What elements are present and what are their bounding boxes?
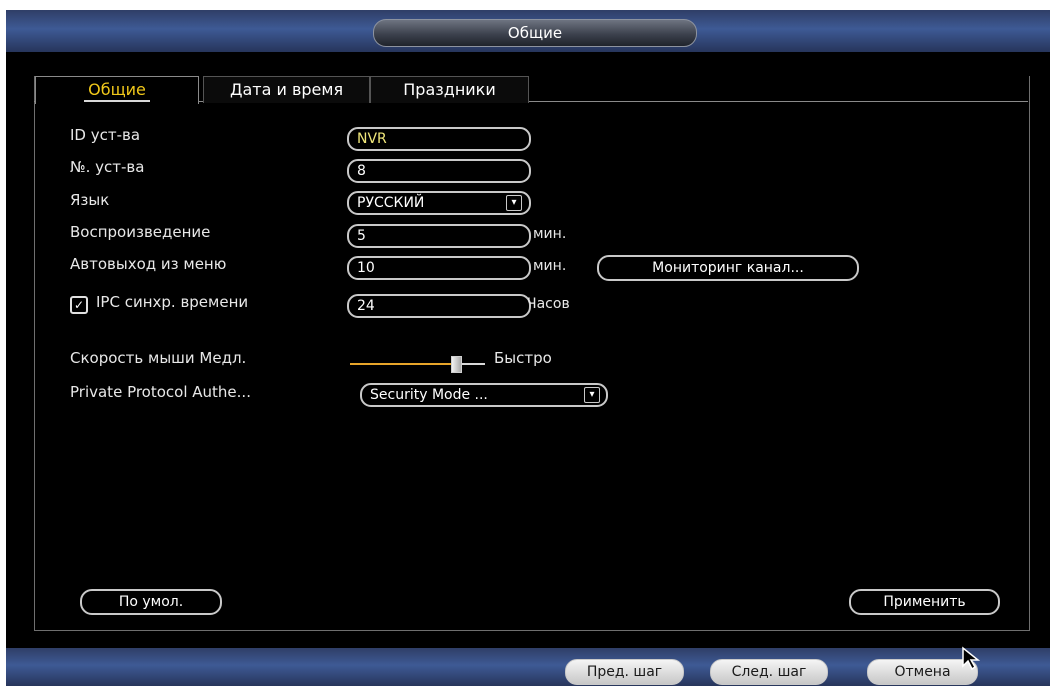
default-button[interactable]: По умол.	[80, 589, 222, 615]
mouse-speed-handle[interactable]	[451, 356, 463, 373]
auto-logout-field[interactable]: 10	[347, 256, 531, 280]
device-no-field[interactable]: 8	[347, 159, 531, 183]
chevron-down-icon[interactable]: ▾	[584, 387, 600, 403]
auto-logout-label: Автовыход из меню	[70, 255, 227, 273]
playback-field[interactable]: 5	[347, 224, 531, 248]
mouse-speed-label: Скорость мыши Медл.	[70, 349, 246, 367]
language-value: РУССКИЙ	[357, 195, 425, 211]
mouse-speed-max: Быстро	[494, 349, 552, 367]
title-bar: Общие	[6, 10, 1050, 52]
device-id-field[interactable]: NVR	[347, 127, 531, 151]
ipc-sync-unit: Часов	[527, 296, 570, 312]
settings-window: Общие Общие Дата и время Праздники ID ус…	[6, 10, 1050, 686]
private-protocol-select[interactable]: Security Mode ...	[360, 383, 608, 407]
language-label: Язык	[70, 191, 110, 209]
channel-monitoring-button[interactable]: Мониторинг канал...	[597, 255, 859, 281]
ipc-sync-checkbox[interactable]: ✓	[70, 296, 88, 314]
mouse-speed-title: Скорость мыши	[70, 349, 195, 367]
tab-general-label: Общие	[84, 80, 150, 102]
apply-button[interactable]: Применить	[849, 589, 1000, 615]
mouse-speed-slider[interactable]	[350, 363, 485, 365]
language-select[interactable]: РУССКИЙ	[347, 191, 531, 215]
auto-logout-unit: мин.	[533, 258, 567, 274]
footer-bar: Пред. шаг След. шаг Отмена	[6, 648, 1050, 686]
check-icon: ✓	[73, 298, 85, 312]
mouse-speed-min: Медл.	[199, 349, 247, 367]
tab-holidays[interactable]: Праздники	[370, 76, 529, 103]
playback-unit: мин.	[533, 226, 567, 242]
playback-label: Воспроизведение	[70, 223, 211, 241]
window-title: Общие	[373, 19, 697, 47]
private-protocol-value: Security Mode ...	[370, 387, 488, 403]
device-no-label: №. уст-ва	[70, 158, 145, 176]
ipc-sync-field[interactable]: 24	[347, 294, 531, 318]
device-id-label: ID уст-ва	[70, 126, 141, 144]
tab-date-time[interactable]: Дата и время	[203, 76, 370, 103]
private-protocol-label: Private Protocol Authe...	[70, 383, 251, 401]
mouse-pointer-icon	[962, 646, 981, 670]
tab-general[interactable]: Общие	[35, 76, 199, 104]
ipc-sync-label: IPC синхр. времени	[96, 293, 249, 311]
next-step-button[interactable]: След. шаг	[710, 659, 828, 685]
prev-step-button[interactable]: Пред. шаг	[565, 659, 684, 685]
chevron-down-icon[interactable]: ▾	[506, 195, 522, 211]
mouse-speed-fill	[350, 363, 456, 365]
